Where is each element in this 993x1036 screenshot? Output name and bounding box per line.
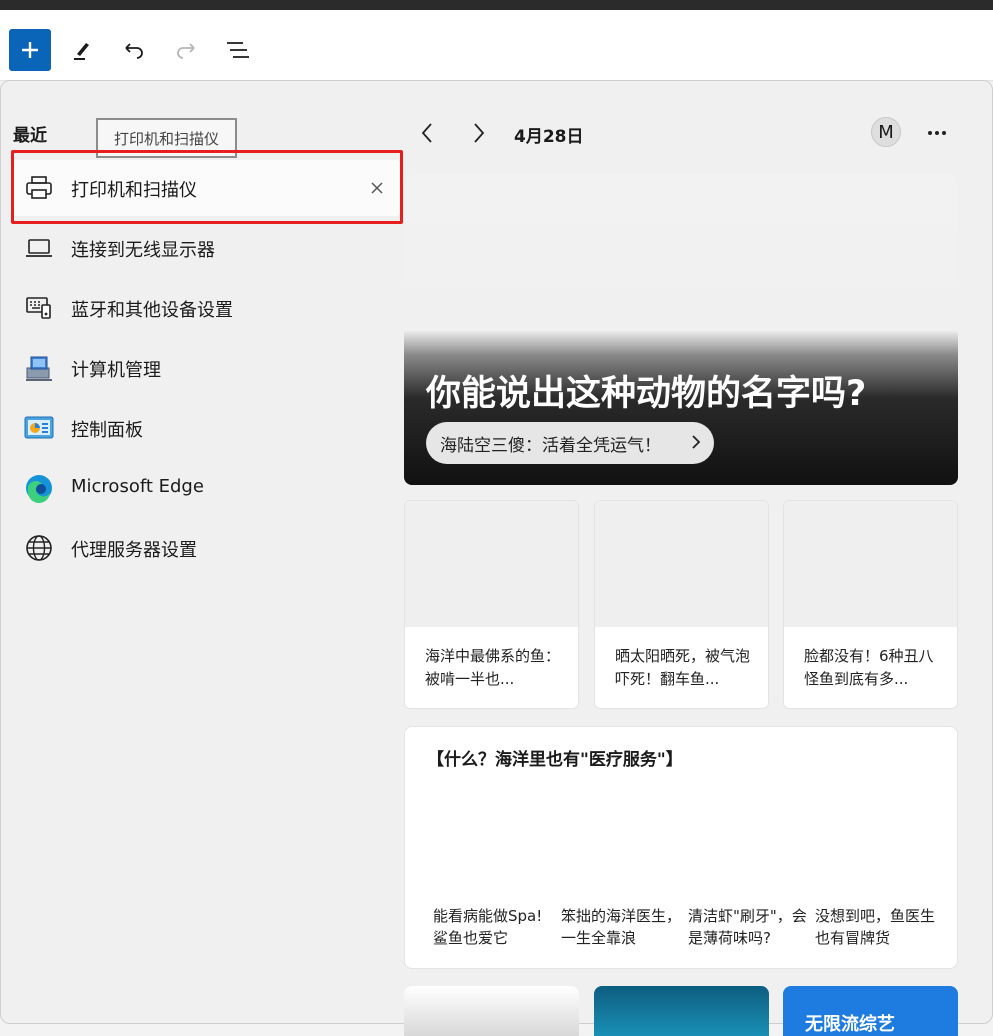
pen-button[interactable]: [62, 30, 102, 70]
hero-subtitle: 海陆空三傻：活着全凭运气！: [440, 435, 661, 456]
add-button[interactable]: [9, 29, 51, 71]
news-card-image[interactable]: 无限流综艺: [783, 986, 958, 1036]
redo-button[interactable]: [166, 30, 206, 70]
more-icon: [928, 131, 946, 135]
recent-item-computer-management[interactable]: 计算机管理: [10, 340, 400, 396]
date-label: 4月28日: [514, 127, 584, 147]
window-top-edge: [0, 0, 993, 10]
hero-link-pill[interactable]: 海陆空三傻：活着全凭运气！: [426, 422, 714, 464]
recent-section-title: 最近: [13, 126, 47, 146]
undo-icon: [125, 43, 143, 59]
control-panel-icon: [24, 413, 54, 443]
recent-item-bluetooth[interactable]: 蓝牙和其他设备设置: [10, 280, 400, 336]
recent-item-label: 计算机管理: [71, 360, 161, 381]
card-thumbnail: [784, 501, 957, 627]
prev-button[interactable]: [410, 116, 444, 150]
news-card[interactable]: 脸都没有！6种丑八怪鱼到底有多...: [783, 500, 958, 709]
card-text: 脸都没有！6种丑八怪鱼到底有多...: [804, 647, 934, 688]
devices-icon: [24, 293, 54, 323]
card-text: 海洋中最佛系的鱼：被啃一半也...: [425, 647, 561, 688]
plus-icon: [22, 42, 38, 58]
computer-management-icon: [24, 353, 54, 383]
card-thumbnail: [595, 501, 768, 627]
feature-title: 【什么？海洋里也有"医疗服务"】: [427, 750, 683, 770]
drawing-toolbar: [0, 10, 993, 81]
redo-icon: [177, 43, 195, 59]
laptop-icon: [24, 233, 54, 263]
feature-item[interactable]: 能看病能做Spa! 鲨鱼也爱它: [433, 905, 553, 949]
chevron-right-icon: [690, 433, 702, 456]
highlight-box: [11, 150, 403, 224]
hero-title: 你能说出这种动物的名字吗?: [426, 374, 867, 414]
news-card-image[interactable]: [594, 986, 769, 1036]
recent-item-label: Microsoft Edge: [71, 476, 204, 497]
recent-item-edge[interactable]: Microsoft Edge: [10, 460, 400, 516]
news-card[interactable]: 晒太阳晒死，被气泡吓死！翻车鱼...: [594, 500, 769, 709]
chevron-left-icon: [421, 123, 432, 143]
recent-item-control-panel[interactable]: 控制面板: [10, 400, 400, 456]
news-card[interactable]: 海洋中最佛系的鱼：被啃一半也...: [404, 500, 579, 709]
avatar[interactable]: M: [871, 117, 901, 147]
more-button[interactable]: [920, 116, 954, 150]
recent-item-proxy[interactable]: 代理服务器设置: [10, 520, 400, 576]
bottom-card-text: 无限流综艺: [805, 1014, 895, 1035]
feature-item[interactable]: 笨拙的海洋医生，一生全靠浪: [561, 905, 681, 949]
pen-icon: [74, 43, 89, 60]
next-button[interactable]: [462, 116, 496, 150]
feature-card[interactable]: 【什么？海洋里也有"医疗服务"】 能看病能做Spa! 鲨鱼也爱它 笨拙的海洋医生…: [404, 726, 958, 969]
feature-item[interactable]: 没想到吧，鱼医生也有冒牌货: [815, 905, 935, 949]
recent-item-label: 连接到无线显示器: [71, 240, 215, 261]
hero-card[interactable]: 你能说出这种动物的名字吗? 海陆空三傻：活着全凭运气！: [404, 175, 958, 485]
globe-icon: [24, 533, 54, 563]
chevron-right-icon: [474, 123, 485, 143]
recent-item-label: 蓝牙和其他设备设置: [71, 300, 233, 321]
recent-item-label: 控制面板: [71, 420, 143, 441]
news-card-image[interactable]: [404, 986, 579, 1036]
menu-icon: [227, 42, 249, 58]
recent-item-label: 代理服务器设置: [71, 540, 197, 561]
feature-item[interactable]: 清洁虾"刷牙"，会是薄荷味吗?: [688, 905, 808, 949]
card-text: 晒太阳晒死，被气泡吓死！翻车鱼...: [615, 647, 751, 688]
recent-item-wireless-display[interactable]: 连接到无线显示器: [10, 220, 400, 276]
card-thumbnail: [405, 501, 578, 627]
menu-button[interactable]: [218, 30, 258, 70]
undo-button[interactable]: [114, 30, 154, 70]
edge-icon: [24, 473, 54, 503]
